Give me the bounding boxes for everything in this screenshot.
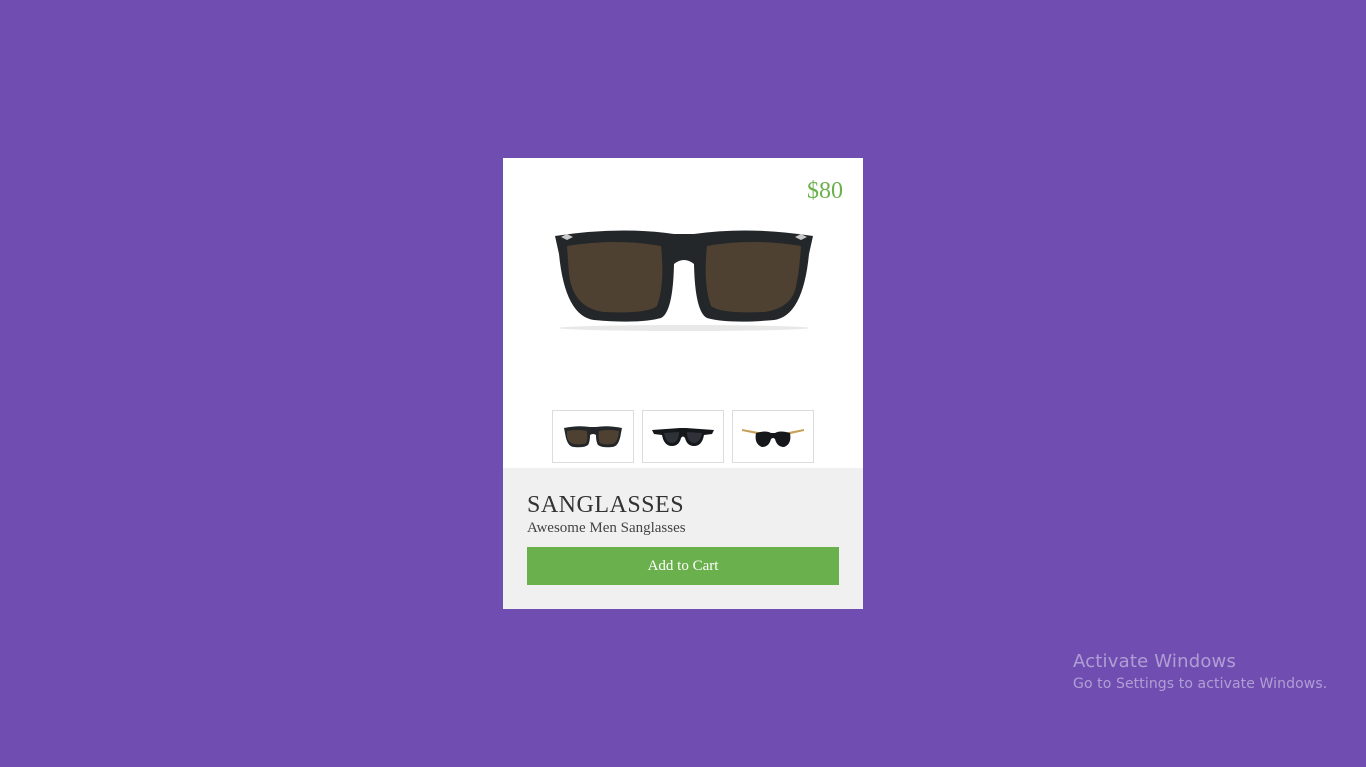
product-main-image — [555, 230, 813, 331]
thumbnail-3[interactable] — [732, 410, 814, 463]
product-card: $80 SANGLASSES Awesome Men Sanglasses Ad… — [503, 158, 863, 609]
add-to-cart-button[interactable]: Add to Cart — [527, 547, 839, 585]
product-price: $80 — [807, 178, 843, 204]
product-info-panel: SANGLASSES Awesome Men Sanglasses Add to… — [503, 468, 863, 609]
black-gold-temple-sunglasses-icon — [742, 428, 804, 447]
watermark-title: Activate Windows — [1073, 651, 1237, 672]
product-subtitle: Awesome Men Sanglasses — [527, 520, 686, 536]
watermark-subtitle: Go to Settings to activate Windows. — [1073, 676, 1328, 692]
thumbnail-1[interactable] — [552, 410, 634, 463]
brown-lens-sunglasses-icon — [564, 425, 622, 447]
black-rectangular-sunglasses-icon — [652, 427, 714, 446]
thumbnail-2[interactable] — [642, 410, 724, 463]
thumbnail-strip — [552, 410, 814, 463]
product-title: SANGLASSES — [527, 492, 685, 518]
windows-activation-watermark: Activate Windows Go to Settings to activ… — [1073, 651, 1327, 692]
